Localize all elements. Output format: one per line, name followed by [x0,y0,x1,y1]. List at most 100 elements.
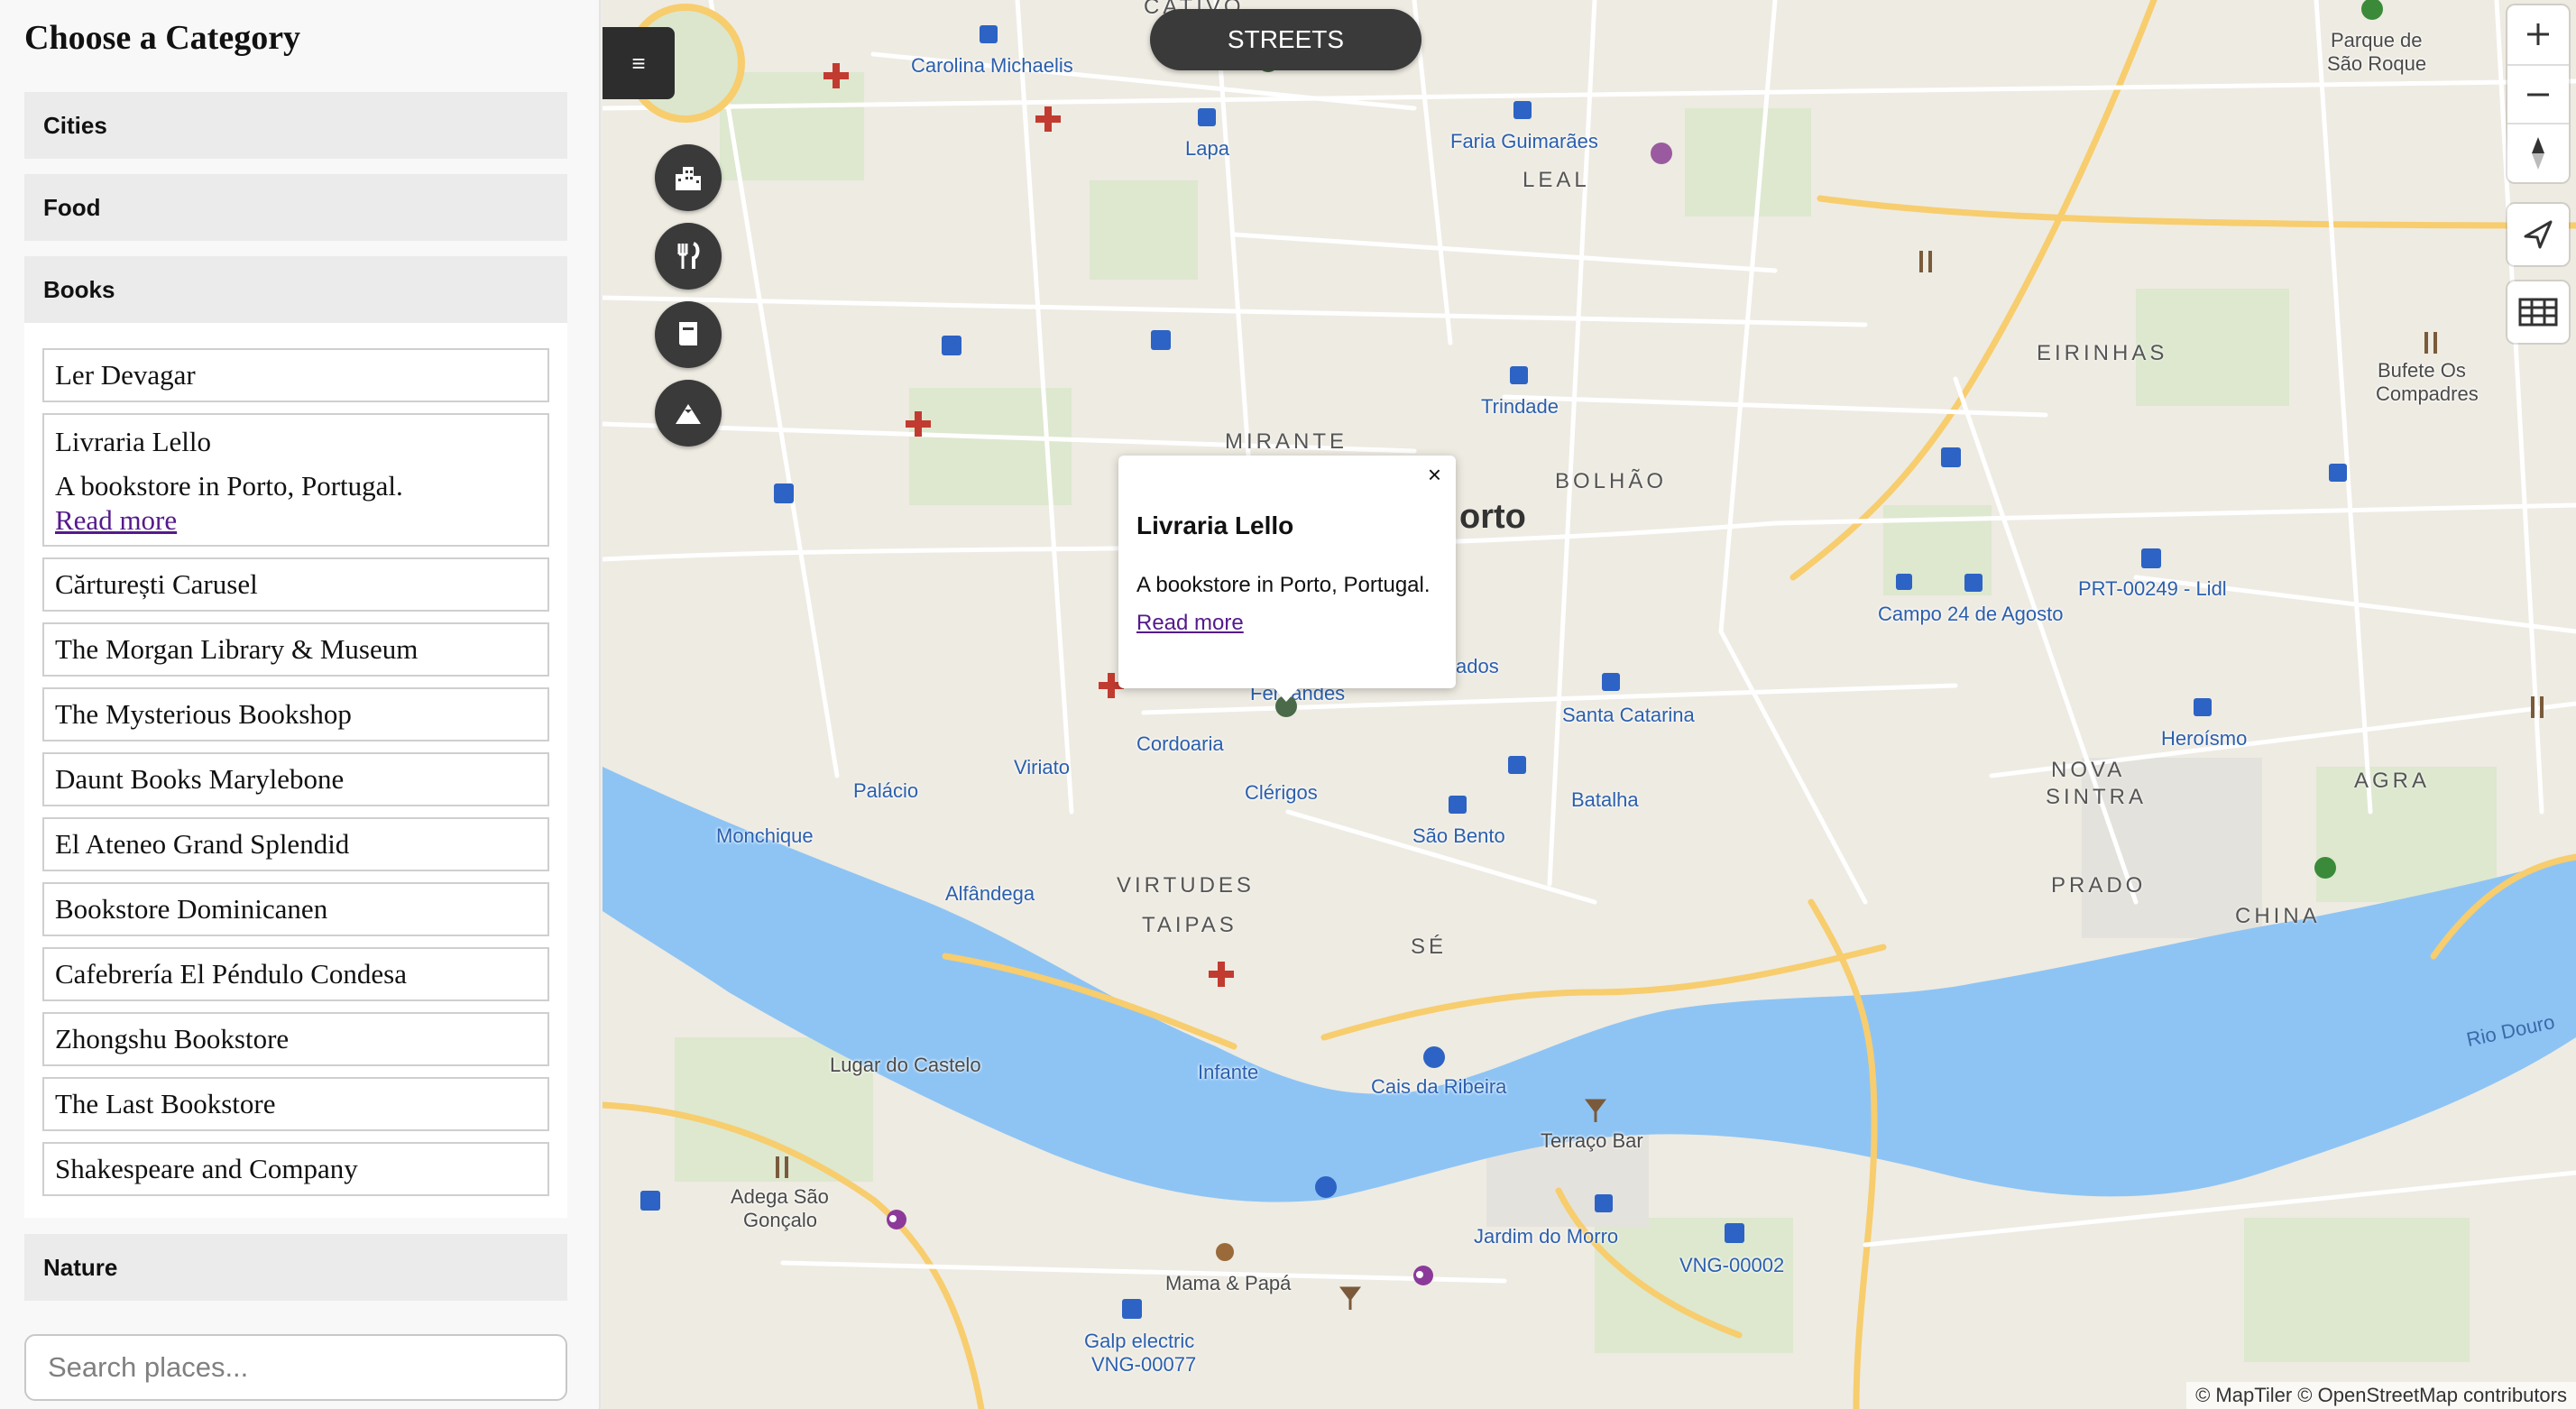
books-panel: Ler Devagar Livraria Lello A bookstore in … [24,323,567,1218]
label-lugar-do-castelo: Lugar do Castelo [830,1054,981,1076]
label-faria-guimaraes: Faria Guimarães [1450,130,1598,152]
geolocate-icon [2524,220,2553,249]
label-galp-1: Galp electric [1084,1330,1195,1352]
book-item[interactable]: Shakespeare and Company [42,1142,549,1196]
grid-toggle-button[interactable] [2507,281,2569,343]
label-eirinhas: EIRINHAS [2037,341,2168,365]
map-attribution[interactable]: © MapTiler © OpenStreetMap contributors [2186,1382,2576,1409]
label-trindade: Trindade [1481,395,1559,418]
label-prt-lidl: PRT-00249 - Lidl [2078,577,2227,600]
book-item[interactable]: Ler Devagar [42,348,549,402]
label-sao-roque: São Roque [2327,52,2427,75]
label-cordoaria: Cordoaria [1136,732,1224,755]
label-santa-catarina: Santa Catarina [1562,704,1695,726]
book-item[interactable]: Livraria Lello A bookstore in Porto, Port… [42,413,549,547]
book-item[interactable]: The Last Bookstore [42,1077,549,1131]
book-name: Ler Devagar [55,359,196,391]
map-popup: × Livraria Lello A bookstore in Porto, P… [1118,456,1456,688]
book-item[interactable]: The Morgan Library & Museum [42,622,549,677]
popup-title: Livraria Lello [1136,511,1294,539]
label-carolina-michaelis: Carolina Michaelis [911,54,1073,77]
cities-filter-button[interactable] [655,144,722,211]
menu-button[interactable]: ≡ [603,27,675,99]
popup-read-more-link[interactable]: Read more [1136,611,1244,636]
geolocate-button[interactable] [2507,204,2569,265]
hamburger-icon: ≡ [631,50,646,77]
map-style-button[interactable]: STREETS [1150,9,1421,70]
map-zoom-controls [2507,5,2569,182]
book-name: The Last Bookstore [55,1088,276,1119]
zoom-out-icon [2527,93,2549,97]
sidebar-title: Choose a Category [24,19,301,57]
book-name: The Mysterious Bookshop [55,698,352,730]
label-sintra: SINTRA [2046,785,2148,809]
book-item[interactable]: Daunt Books Marylebone [42,752,549,806]
zoom-in-button[interactable] [2507,5,2569,64]
label-mirante: MIRANTE [1225,429,1348,454]
label-monchique: Monchique [716,824,814,847]
label-vng-00002: VNG-00002 [1679,1254,1785,1276]
compass-icon [2532,137,2544,170]
zoom-in-icon [2527,23,2549,45]
label-cais-da-ribeira: Cais da Ribeira [1371,1075,1507,1098]
label-china: CHINA [2235,904,2321,928]
book-item[interactable]: Bookstore Dominicanen [42,882,549,936]
book-item[interactable]: Zhongshu Bookstore [42,1012,549,1066]
label-palacio: Palácio [853,779,919,802]
category-cities[interactable]: Cities [24,92,567,159]
food-filter-button[interactable] [655,223,722,290]
label-virtudes: VIRTUDES [1117,873,1255,898]
book-item[interactable]: Cafebrería El Péndulo Condesa [42,947,549,1001]
label-bufete-2: Compadres [2376,382,2479,405]
book-name: Bookstore Dominicanen [55,893,328,925]
sidebar: Choose a Category Cities Food Books Ler … [0,0,601,1409]
label-adega-1: Adega São [731,1185,829,1208]
cities-icon [676,167,701,190]
search-input[interactable] [24,1334,567,1401]
map[interactable]: Carolina Michaelis Lapa Faria Guimarães … [603,0,2576,1409]
label-prado: PRADO [2051,873,2147,898]
books-filter-button[interactable] [655,301,722,368]
book-name: El Ateneo Grand Splendid [55,828,350,860]
category-books[interactable]: Books [24,256,567,323]
book-name: The Morgan Library & Museum [55,633,419,665]
category-nature[interactable]: Nature [24,1234,567,1301]
compass-button[interactable] [2507,123,2569,183]
label-porto: orto [1459,498,1526,536]
books-list: Ler Devagar Livraria Lello A bookstore in … [42,348,549,1207]
food-icon [677,242,700,269]
book-name: Daunt Books Marylebone [55,763,345,795]
label-clerigos: Clérigos [1245,781,1318,804]
popup-tip [1272,686,1301,702]
nature-filter-button[interactable] [655,380,722,447]
zoom-out-button[interactable] [2507,64,2569,124]
book-item[interactable]: El Ateneo Grand Splendid [42,817,549,871]
label-galp-2: VNG-00077 [1091,1353,1197,1376]
book-name: Cărturești Carusel [55,568,258,600]
book-read-more-link[interactable]: Read more [55,503,537,538]
label-terraco-bar: Terraço Bar [1541,1129,1643,1152]
label-nova: NOVA [2051,758,2126,782]
popup-description: A bookstore in Porto, Portugal. [1136,573,1431,597]
book-name: Livraria Lello [55,426,211,457]
category-food[interactable]: Food [24,174,567,241]
label-infante: Infante [1198,1061,1259,1083]
label-campo-24: Campo 24 de Agosto [1878,603,2064,625]
book-name: Zhongshu Bookstore [55,1023,290,1054]
label-heroismo: Heroísmo [2161,727,2248,750]
label-bufete-1: Bufete Os [2378,359,2466,382]
label-parque: Parque de [2331,29,2423,51]
close-icon[interactable]: × [1428,461,1441,489]
book-description: A bookstore in Porto, Portugal. [55,470,403,502]
label-batalha: Batalha [1571,788,1639,811]
label-bolhao: BOLHÃO [1555,469,1668,493]
book-name: Cafebrería El Péndulo Condesa [55,958,407,990]
book-item[interactable]: The Mysterious Bookshop [42,687,549,741]
books-icon [678,322,697,345]
label-aliados: ados [1456,655,1499,677]
book-name: Shakespeare and Company [55,1153,358,1184]
label-jardim-do-morro: Jardim do Morro [1474,1225,1619,1248]
grid-icon [2518,298,2558,327]
book-item[interactable]: Cărturești Carusel [42,557,549,612]
label-mama-papa: Mama & Papá [1165,1272,1292,1294]
